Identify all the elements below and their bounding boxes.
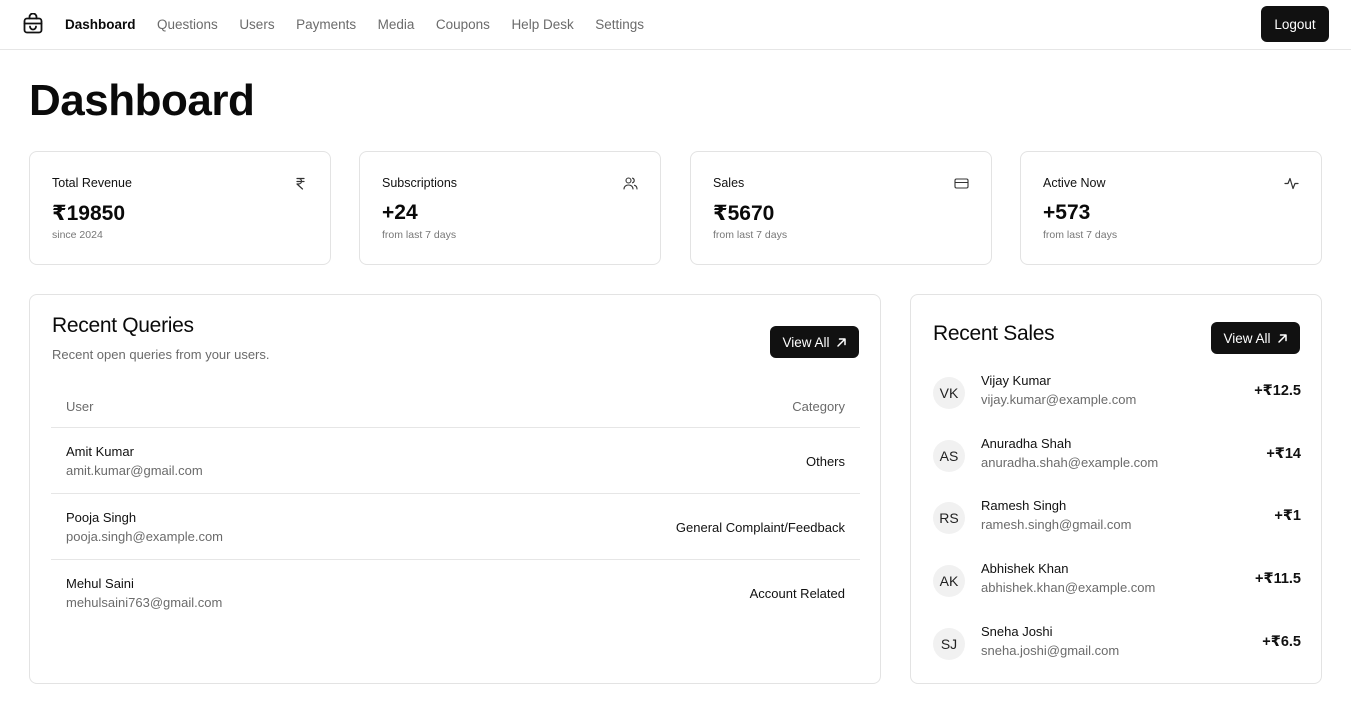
recent-sales-title: Recent Sales [933, 322, 1055, 345]
nav-links: Dashboard Questions Users Payments Media… [65, 0, 666, 48]
table-row[interactable]: Pooja Singh pooja.singh@example.com Gene… [51, 494, 860, 560]
view-all-label: View All [1223, 330, 1271, 346]
stat-card-sales: Sales ₹5670 from last 7 days [690, 151, 992, 265]
sale-customer-name: Sneha Joshi [981, 624, 1053, 639]
sale-customer-email: ramesh.singh@gmail.com [981, 517, 1132, 532]
recent-sales-card: Recent Sales View All VK Vijay Kumar vij… [910, 294, 1322, 684]
rupee-icon [293, 176, 308, 191]
query-user-email: pooja.singh@example.com [66, 529, 224, 544]
stat-value: +573 [1043, 201, 1091, 224]
sales-view-all-button[interactable]: View All [1211, 322, 1300, 354]
column-header-user: User [66, 399, 94, 414]
view-all-label: View All [782, 334, 830, 350]
recent-queries-title: Recent Queries [52, 314, 194, 337]
sale-amount: +₹1 [1274, 508, 1301, 524]
column-header-category: Category [792, 399, 845, 414]
sale-customer-name: Vijay Kumar [981, 373, 1051, 388]
sale-amount: +₹12.5 [1254, 383, 1301, 399]
stat-label: Total Revenue [52, 176, 132, 190]
stat-subtext: since 2024 [52, 229, 103, 241]
avatar: AK [933, 565, 965, 597]
sale-customer-name: Ramesh Singh [981, 498, 1067, 513]
sale-customer-email: vijay.kumar@example.com [981, 392, 1137, 407]
page-title: Dashboard [29, 76, 255, 125]
stat-value: ₹19850 [52, 202, 126, 225]
sale-customer-name: Anuradha Shah [981, 436, 1072, 451]
top-navbar: Dashboard Questions Users Payments Media… [0, 0, 1351, 50]
avatar: SJ [933, 628, 965, 660]
arrow-up-right-icon [836, 337, 846, 347]
stat-card-active-now: Active Now +573 from last 7 days [1020, 151, 1322, 265]
shopping-bag-icon[interactable] [22, 12, 44, 35]
sale-customer-name: Abhishek Khan [981, 561, 1069, 576]
nav-link-settings[interactable]: Settings [595, 17, 644, 32]
credit-card-icon [954, 176, 969, 191]
stat-card-total-revenue: Total Revenue ₹19850 since 2024 [29, 151, 331, 265]
avatar: VK [933, 377, 965, 409]
nav-link-users[interactable]: Users [239, 17, 274, 32]
table-row[interactable]: Amit Kumar amit.kumar@gmail.com Others [51, 428, 860, 494]
stat-label: Subscriptions [382, 176, 458, 190]
query-user-name: Pooja Singh [66, 510, 137, 525]
stat-subtext: from last 7 days [382, 229, 457, 241]
sale-amount: +₹6.5 [1262, 634, 1301, 650]
nav-link-payments[interactable]: Payments [296, 17, 356, 32]
query-user-name: Mehul Saini [66, 576, 134, 591]
stat-label: Active Now [1043, 176, 1106, 190]
query-user-name: Amit Kumar [66, 444, 134, 459]
stat-label: Sales [713, 176, 745, 190]
activity-icon [1284, 176, 1299, 191]
list-item: AK Abhishek Khan abhishek.khan@example.c… [933, 561, 1301, 601]
stat-subtext: from last 7 days [1043, 229, 1118, 241]
nav-link-questions[interactable]: Questions [157, 17, 218, 32]
list-item: AS Anuradha Shah anuradha.shah@example.c… [933, 436, 1301, 476]
stat-value: +24 [382, 201, 418, 224]
sale-customer-email: abhishek.khan@example.com [981, 580, 1156, 595]
recent-queries-card: Recent Queries Recent open queries from … [29, 294, 881, 684]
sale-customer-email: anuradha.shah@example.com [981, 455, 1159, 470]
logout-button[interactable]: Logout [1261, 6, 1329, 42]
nav-link-coupons[interactable]: Coupons [436, 17, 490, 32]
stat-subtext: from last 7 days [713, 229, 788, 241]
avatar: AS [933, 440, 965, 472]
avatar: RS [933, 502, 965, 534]
stat-card-subscriptions: Subscriptions +24 from last 7 days [359, 151, 661, 265]
query-user-email: mehulsaini763@gmail.com [66, 595, 223, 610]
query-user-email: amit.kumar@gmail.com [66, 463, 203, 478]
sale-customer-email: sneha.joshi@gmail.com [981, 643, 1120, 658]
list-item: SJ Sneha Joshi sneha.joshi@gmail.com +₹6… [933, 624, 1301, 664]
query-category: General Complaint/Feedback [675, 520, 845, 535]
queries-table-header: User Category [51, 385, 860, 428]
sale-amount: +₹14 [1266, 446, 1301, 462]
list-item: VK Vijay Kumar vijay.kumar@example.com +… [933, 373, 1301, 413]
queries-view-all-button[interactable]: View All [770, 326, 859, 358]
sale-amount: +₹11.5 [1255, 571, 1301, 587]
table-row[interactable]: Mehul Saini mehulsaini763@gmail.com Acco… [51, 560, 860, 626]
users-icon [623, 176, 638, 191]
nav-link-media[interactable]: Media [378, 17, 415, 32]
nav-link-dashboard[interactable]: Dashboard [65, 17, 136, 32]
nav-link-help-desk[interactable]: Help Desk [511, 17, 573, 32]
arrow-up-right-icon [1277, 333, 1287, 343]
query-category: Account Related [749, 586, 845, 601]
recent-queries-description: Recent open queries from your users. [52, 347, 270, 362]
list-item: RS Ramesh Singh ramesh.singh@gmail.com +… [933, 498, 1301, 538]
query-category: Others [805, 454, 845, 469]
stat-value: ₹5670 [713, 202, 775, 225]
